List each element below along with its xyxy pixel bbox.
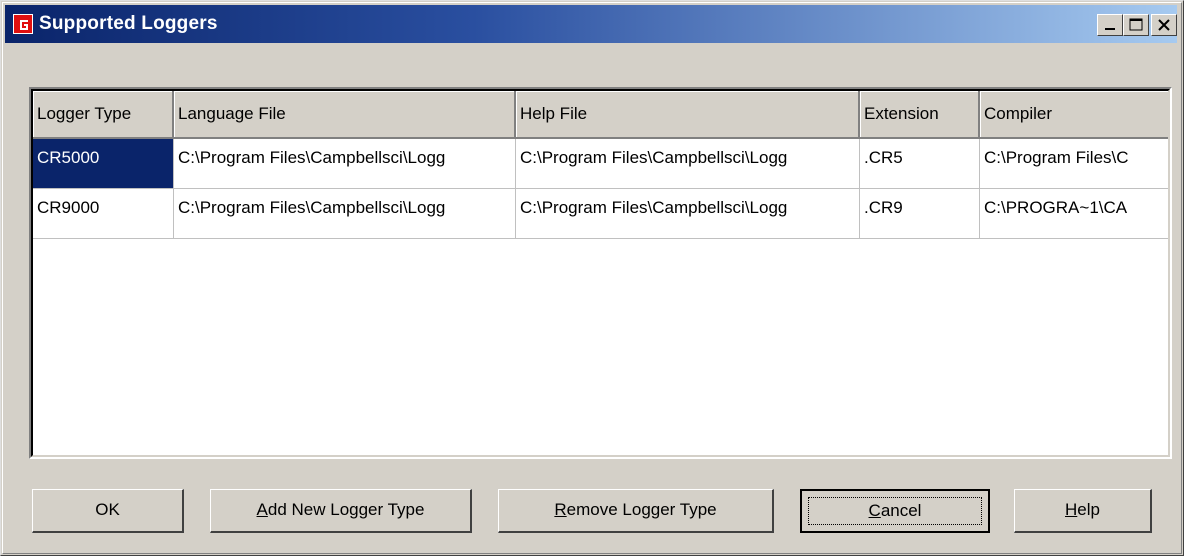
- remove-mnemonic: R: [554, 500, 567, 519]
- focus-rectangle: [808, 497, 982, 525]
- add-new-logger-type-button[interactable]: Add New Logger Type: [210, 489, 472, 533]
- header-language-file[interactable]: Language File: [174, 91, 516, 139]
- maximize-button[interactable]: [1123, 14, 1149, 36]
- header-extension[interactable]: Extension: [860, 91, 980, 139]
- remove-logger-type-button[interactable]: Remove Logger Type: [498, 489, 774, 533]
- table-row-cell-extension[interactable]: .CR9: [860, 189, 980, 239]
- maximize-icon: [1129, 18, 1143, 31]
- add-new-button-label: dd New Logger Type: [267, 500, 425, 519]
- header-help-file[interactable]: Help File: [516, 91, 860, 139]
- help-button-label: elp: [1077, 500, 1100, 519]
- help-mnemonic: H: [1065, 500, 1078, 519]
- grid-viewport: Logger Type Language File Help File Exte…: [31, 89, 1170, 457]
- cancel-button[interactable]: Cancel: [800, 489, 990, 533]
- close-button[interactable]: [1151, 14, 1177, 36]
- add-new-mnemonic: A: [256, 500, 268, 519]
- ok-button[interactable]: OK: [32, 489, 184, 533]
- remove-button-label: emove Logger Type: [566, 500, 717, 519]
- loggers-grid[interactable]: Logger Type Language File Help File Exte…: [29, 87, 1172, 459]
- header-compiler[interactable]: Compiler: [980, 91, 1168, 139]
- table-row-cell-logger-type[interactable]: CR5000: [33, 139, 174, 189]
- table-row-cell-compiler[interactable]: C:\PROGRA~1\CA: [980, 189, 1168, 239]
- table-row-cell-compiler[interactable]: C:\Program Files\C: [980, 139, 1168, 189]
- table-row-cell-extension[interactable]: .CR5: [860, 139, 980, 189]
- table-row-cell-language-file[interactable]: C:\Program Files\Campbellsci\Logg: [174, 139, 516, 189]
- table-row-cell-help-file[interactable]: C:\Program Files\Campbellsci\Logg: [516, 189, 860, 239]
- table-row-cell-logger-type[interactable]: CR9000: [33, 189, 174, 239]
- help-button[interactable]: Help: [1014, 489, 1152, 533]
- logger-app-icon: [13, 14, 33, 34]
- title-bar[interactable]: Supported Loggers: [5, 5, 1177, 43]
- table-row-cell-help-file[interactable]: C:\Program Files\Campbellsci\Logg: [516, 139, 860, 189]
- close-icon: [1158, 19, 1170, 31]
- supported-loggers-dialog: Supported Loggers Logger Type Language F…: [0, 0, 1184, 556]
- header-logger-type[interactable]: Logger Type: [33, 91, 174, 139]
- minimize-icon: [1105, 28, 1115, 30]
- window-title: Supported Loggers: [39, 13, 218, 34]
- minimize-button[interactable]: [1097, 14, 1123, 36]
- table-row-cell-language-file[interactable]: C:\Program Files\Campbellsci\Logg: [174, 189, 516, 239]
- ok-button-label: OK: [95, 500, 120, 519]
